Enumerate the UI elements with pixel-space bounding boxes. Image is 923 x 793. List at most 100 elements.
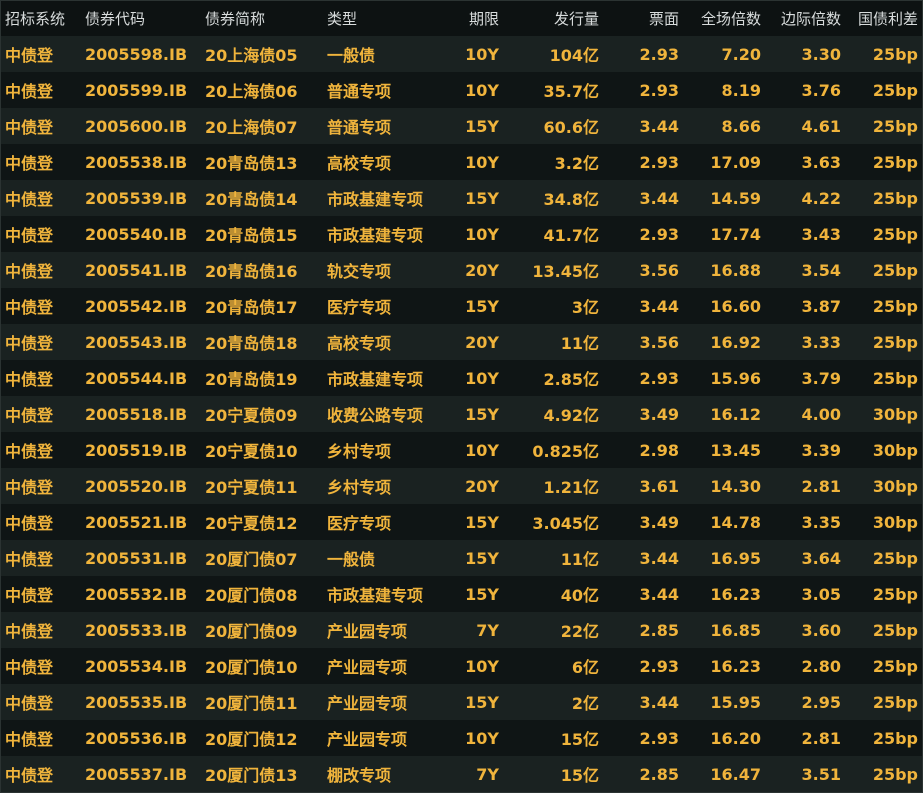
- cell-bidding-system: 中债登: [5, 190, 54, 209]
- table-row[interactable]: 中债登 2005519.IB 20宁夏债10 乡村专项 10Y 0.825亿 2.98 13.…: [1, 432, 922, 468]
- cell-marginal-multiple: 3.87: [801, 296, 841, 316]
- cell-bidding-system: 中债登: [5, 658, 54, 677]
- table-row[interactable]: 中债登 2005521.IB 20宁夏债12 医疗专项 15Y 3.045亿 3.49 14.…: [1, 504, 922, 540]
- table-row[interactable]: 中债登 2005534.IB 20厦门债10 产业园专项 10Y 6亿 2.93 16.23 2…: [1, 648, 922, 684]
- cell-overall-multiple: 14.78: [710, 512, 761, 532]
- cell-issue-size: 11亿: [560, 550, 599, 569]
- table-row[interactable]: 中债登 2005538.IB 20青岛债13 高校专项 10Y 3.2亿 2.93 17.09…: [1, 144, 922, 180]
- cell-bond-code: 2005599.IB: [85, 80, 188, 100]
- column-header-issue-size[interactable]: 发行量: [503, 1, 603, 36]
- cell-term: 7Y: [476, 764, 499, 784]
- cell-bidding-system: 中债登: [5, 550, 54, 569]
- table-row[interactable]: 中债登 2005543.IB 20青岛债18 高校专项 20Y 11亿 3.56 16.92 3…: [1, 324, 922, 360]
- cell-treasury-spread: 25bp: [872, 548, 918, 568]
- table-row[interactable]: 中债登 2005542.IB 20青岛债17 医疗专项 15Y 3亿 3.44 16.60 3.…: [1, 288, 922, 324]
- table-row[interactable]: 中债登 2005544.IB 20青岛债19 市政基建专项 10Y 2.85亿 2.93 15…: [1, 360, 922, 396]
- cell-marginal-multiple: 3.39: [801, 440, 841, 460]
- cell-bidding-system: 中债登: [5, 118, 54, 137]
- table-row[interactable]: 中债登 2005531.IB 20厦门债07 一般债 15Y 11亿 3.44 16.95 3.…: [1, 540, 922, 576]
- cell-marginal-multiple: 3.33: [801, 332, 841, 352]
- cell-overall-multiple: 16.95: [710, 548, 761, 568]
- cell-bond-name: 20厦门债09: [205, 622, 298, 641]
- cell-bond-code: 2005542.IB: [85, 296, 188, 316]
- column-header-bond-code[interactable]: 债券代码: [81, 1, 201, 36]
- cell-bond-name: 20宁夏债10: [205, 442, 298, 461]
- cell-issue-size: 15亿: [560, 730, 599, 749]
- cell-bidding-system: 中债登: [5, 154, 54, 173]
- cell-bond-code: 2005598.IB: [85, 44, 188, 64]
- table-row[interactable]: 中债登 2005532.IB 20厦门债08 市政基建专项 15Y 40亿 3.44 16.2…: [1, 576, 922, 612]
- cell-bond-name: 20青岛债13: [205, 154, 298, 173]
- cell-bond-code: 2005538.IB: [85, 152, 188, 172]
- cell-marginal-multiple: 2.80: [801, 656, 841, 676]
- cell-type: 收费公路专项: [327, 406, 424, 425]
- column-header-type[interactable]: 类型: [323, 1, 441, 36]
- cell-coupon: 2.93: [639, 368, 679, 388]
- table-row[interactable]: 中债登 2005540.IB 20青岛债15 市政基建专项 10Y 41.7亿 2.93 17…: [1, 216, 922, 252]
- cell-issue-size: 2.85亿: [543, 370, 599, 389]
- table-row[interactable]: 中债登 2005599.IB 20上海债06 普通专项 10Y 35.7亿 2.93 8.19…: [1, 72, 922, 108]
- column-header-term[interactable]: 期限: [441, 1, 503, 36]
- cell-type: 一般债: [327, 550, 376, 569]
- cell-overall-multiple: 7.20: [721, 44, 761, 64]
- column-header-treasury-spread[interactable]: 国债利差: [845, 1, 922, 36]
- table-row[interactable]: 中债登 2005518.IB 20宁夏债09 收费公路专项 15Y 4.92亿 3.49 16…: [1, 396, 922, 432]
- cell-overall-multiple: 16.23: [710, 656, 761, 676]
- table-row[interactable]: 中债登 2005533.IB 20厦门债09 产业园专项 7Y 22亿 2.85 16.85 3…: [1, 612, 922, 648]
- cell-issue-size: 35.7亿: [543, 82, 599, 101]
- cell-issue-size: 3.045亿: [532, 514, 599, 533]
- cell-treasury-spread: 25bp: [872, 80, 918, 100]
- cell-bidding-system: 中债登: [5, 262, 54, 281]
- cell-overall-multiple: 15.96: [710, 368, 761, 388]
- cell-term: 10Y: [465, 224, 499, 244]
- cell-type: 轨交专项: [327, 262, 392, 281]
- table-row[interactable]: 中债登 2005600.IB 20上海债07 普通专项 15Y 60.6亿 3.44 8.66…: [1, 108, 922, 144]
- column-header-bidding-system[interactable]: 招标系统: [1, 1, 81, 36]
- cell-type: 市政基建专项: [327, 586, 424, 605]
- table-row[interactable]: 中债登 2005598.IB 20上海债05 一般债 10Y 104亿 2.93 7.20 3.…: [1, 36, 922, 72]
- table-row[interactable]: 中债登 2005535.IB 20厦门债11 产业园专项 15Y 2亿 3.44 15.95 2…: [1, 684, 922, 720]
- column-header-marginal-multiple[interactable]: 边际倍数: [765, 1, 845, 36]
- table-row[interactable]: 中债登 2005537.IB 20厦门债13 棚改专项 7Y 15亿 2.85 16.47 3.…: [1, 756, 922, 792]
- cell-bond-code: 2005521.IB: [85, 512, 188, 532]
- cell-treasury-spread: 25bp: [872, 620, 918, 640]
- cell-bond-name: 20宁夏债11: [205, 478, 298, 497]
- cell-issue-size: 60.6亿: [543, 118, 599, 137]
- cell-marginal-multiple: 4.22: [801, 188, 841, 208]
- cell-type: 普通专项: [327, 82, 392, 101]
- cell-coupon: 3.44: [639, 692, 679, 712]
- cell-coupon: 3.44: [639, 296, 679, 316]
- cell-treasury-spread: 25bp: [872, 656, 918, 676]
- table-row[interactable]: 中债登 2005520.IB 20宁夏债11 乡村专项 20Y 1.21亿 3.61 14.3…: [1, 468, 922, 504]
- cell-overall-multiple: 16.60: [710, 296, 761, 316]
- cell-term: 10Y: [465, 440, 499, 460]
- cell-term: 10Y: [465, 656, 499, 676]
- cell-bond-code: 2005543.IB: [85, 332, 188, 352]
- cell-type: 产业园专项: [327, 730, 408, 749]
- cell-bond-code: 2005600.IB: [85, 116, 188, 136]
- cell-bond-name: 20上海债06: [205, 82, 298, 101]
- cell-overall-multiple: 16.92: [710, 332, 761, 352]
- cell-issue-size: 1.21亿: [543, 478, 599, 497]
- cell-marginal-multiple: 3.30: [801, 44, 841, 64]
- cell-coupon: 2.93: [639, 224, 679, 244]
- cell-bond-name: 20上海债05: [205, 46, 298, 65]
- cell-bond-code: 2005535.IB: [85, 692, 188, 712]
- cell-term: 7Y: [476, 620, 499, 640]
- cell-marginal-multiple: 2.95: [801, 692, 841, 712]
- table-row[interactable]: 中债登 2005539.IB 20青岛债14 市政基建专项 15Y 34.8亿 3.44 14…: [1, 180, 922, 216]
- cell-bidding-system: 中债登: [5, 298, 54, 317]
- table-row[interactable]: 中债登 2005536.IB 20厦门债12 产业园专项 10Y 15亿 2.93 16.20…: [1, 720, 922, 756]
- column-header-overall-multiple[interactable]: 全场倍数: [683, 1, 765, 36]
- cell-type: 市政基建专项: [327, 190, 424, 209]
- cell-issue-size: 104亿: [549, 46, 599, 65]
- cell-treasury-spread: 30bp: [872, 512, 918, 532]
- cell-term: 10Y: [465, 728, 499, 748]
- cell-issue-size: 0.825亿: [532, 442, 599, 461]
- table-row[interactable]: 中债登 2005541.IB 20青岛债16 轨交专项 20Y 13.45亿 3.56 16.…: [1, 252, 922, 288]
- column-header-bond-name[interactable]: 债券简称: [201, 1, 323, 36]
- cell-overall-multiple: 14.59: [710, 188, 761, 208]
- column-header-coupon[interactable]: 票面: [603, 1, 683, 36]
- cell-term: 20Y: [465, 260, 499, 280]
- cell-overall-multiple: 16.12: [710, 404, 761, 424]
